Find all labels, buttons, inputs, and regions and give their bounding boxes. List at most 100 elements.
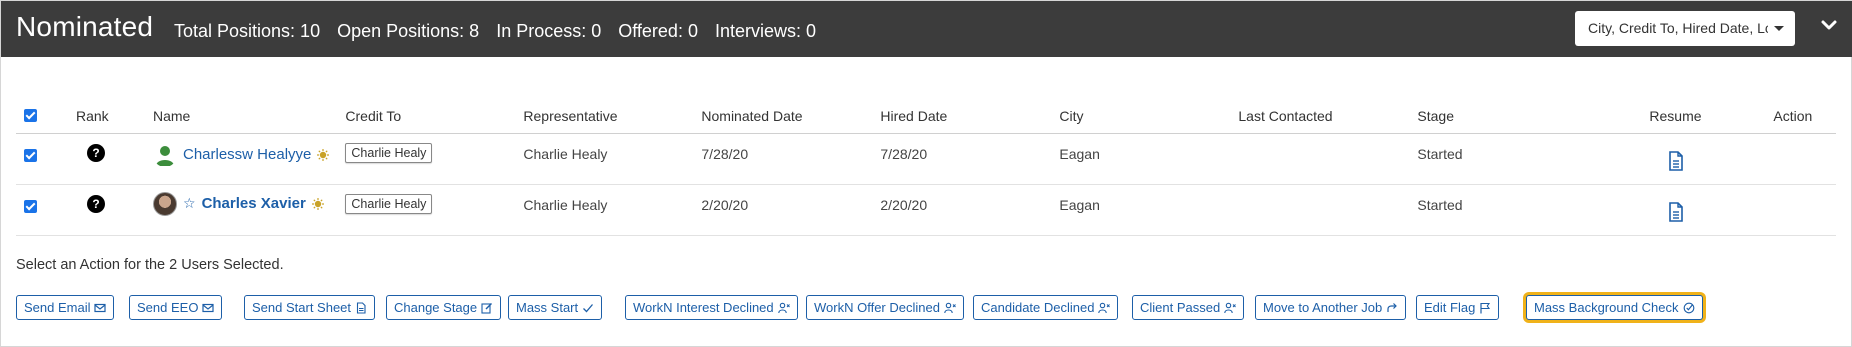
button-label: Send EEO (137, 300, 199, 315)
button-label: Edit Flag (1424, 300, 1476, 315)
column-select-value: City, Credit To, Hired Date, Lc (1588, 20, 1768, 36)
city-cell: Eagan (1051, 184, 1231, 236)
button-label: Send Email (24, 300, 91, 315)
user-x-icon (1098, 302, 1111, 313)
row-checkbox[interactable] (24, 199, 37, 213)
column-header-nominated-date[interactable]: Nominated Date (693, 99, 873, 134)
workn-offer-declined-button[interactable]: WorkN Offer Declined (806, 295, 964, 320)
column-header-last-contacted[interactable]: Last Contacted (1230, 99, 1410, 134)
star-icon[interactable]: ☆ (183, 195, 196, 212)
column-header-action: Action (1765, 99, 1836, 134)
column-header-credit-to[interactable]: Credit To (337, 99, 516, 134)
change-stage-button[interactable]: Change Stage (386, 295, 502, 320)
question-mark-icon[interactable]: ? (87, 194, 105, 213)
resume-cell (1641, 184, 1766, 236)
column-header-resume: Resume (1641, 99, 1766, 134)
redo-arrow-icon (1387, 302, 1398, 312)
button-label: Send Start Sheet (252, 300, 352, 315)
button-label: Change Stage (394, 300, 478, 315)
column-header-stage[interactable]: Stage (1409, 99, 1642, 134)
user-x-icon (944, 302, 956, 313)
nominated-date-cell: 7/28/20 (693, 133, 873, 185)
rank-cell: ? (68, 184, 145, 236)
user-x-icon (1224, 302, 1237, 313)
name-cell: ☆ Charles Xavier (145, 184, 338, 236)
candidate-name-link[interactable]: Charlessw Healyye (183, 146, 311, 163)
avatar (153, 191, 177, 216)
sun-badge-icon (311, 197, 324, 210)
credit-to-button[interactable]: Charlie Healy (345, 193, 433, 214)
button-label: WorkN Offer Declined (814, 300, 940, 315)
send-email-button[interactable]: Send Email (16, 295, 115, 320)
credit-to-button[interactable]: Charlie Healy (345, 142, 433, 163)
table-row: ? ☆ Charles Xavier Charlie Healy Charlie… (16, 184, 1836, 236)
stat-total-positions: Total Positions: 10 (174, 21, 321, 41)
last-contacted-cell (1230, 184, 1410, 236)
column-header-hired-date[interactable]: Hired Date (872, 99, 1052, 134)
button-label: Mass Background Check (1534, 300, 1679, 315)
action-cell (1765, 184, 1836, 236)
nominated-table: Rank Name Credit To Representative Nomin… (16, 99, 1836, 236)
client-passed-button[interactable]: Client Passed (1132, 295, 1245, 320)
selection-note: Select an Action for the 2 Users Selecte… (16, 257, 284, 273)
default-avatar-icon (153, 142, 177, 167)
button-label: Candidate Declined (981, 300, 1095, 315)
envelope-icon (202, 303, 215, 312)
check-icon (583, 303, 594, 312)
button-label: Move to Another Job (1263, 300, 1383, 315)
table-row: ? Charlessw Healyye Charlie Healy Charli… (16, 133, 1836, 185)
row-checkbox[interactable] (24, 148, 37, 162)
stat-interviews: Interviews: 0 (714, 21, 816, 41)
hired-date-cell: 2/20/20 (872, 184, 1052, 236)
send-start-sheet-button[interactable]: Send Start Sheet (244, 295, 376, 320)
resume-cell (1641, 133, 1766, 185)
column-header-rank[interactable]: Rank (68, 99, 145, 134)
document-icon[interactable] (1667, 150, 1685, 171)
nominated-panel: Nominated Total Positions: 10 Open Posit… (0, 0, 1852, 347)
move-to-another-job-button[interactable]: Move to Another Job (1255, 295, 1407, 320)
button-label: Client Passed (1140, 300, 1221, 315)
button-label: WorkN Interest Declined (633, 300, 774, 315)
question-mark-icon[interactable]: ? (87, 143, 105, 162)
edit-icon (481, 302, 493, 314)
position-stats: Total Positions: 10 Open Positions: 8 In… (174, 21, 816, 42)
rank-cell: ? (68, 133, 145, 185)
column-header-name[interactable]: Name (145, 99, 338, 134)
panel-header: Nominated Total Positions: 10 Open Posit… (1, 1, 1852, 57)
credit-to-cell: Charlie Healy (337, 184, 516, 236)
row-select-cell (16, 184, 68, 236)
stage-cell: Started (1409, 184, 1642, 236)
candidate-name-link[interactable]: Charles Xavier (202, 195, 306, 212)
row-select-cell (16, 133, 68, 185)
envelope-icon (94, 303, 107, 312)
credit-to-cell: Charlie Healy (337, 133, 516, 185)
representative-cell: Charlie Healy (515, 133, 694, 185)
chevron-down-icon[interactable] (1819, 15, 1839, 35)
candidate-declined-button[interactable]: Candidate Declined (973, 295, 1119, 320)
column-select-dropdown[interactable]: City, Credit To, Hired Date, Lc (1575, 11, 1795, 46)
stat-offered: Offered: 0 (618, 21, 698, 41)
stat-in-process: In Process: 0 (496, 21, 602, 41)
edit-flag-button[interactable]: Edit Flag (1416, 295, 1500, 320)
mass-background-check-button[interactable]: Mass Background Check (1526, 295, 1703, 320)
document-icon[interactable] (1667, 201, 1685, 222)
flag-icon (1480, 302, 1491, 313)
panel-title: Nominated (16, 11, 154, 42)
select-all-header (16, 99, 68, 134)
button-label: Mass Start (516, 300, 579, 315)
select-all-checkbox[interactable] (24, 109, 37, 123)
document-icon (356, 301, 366, 314)
city-cell: Eagan (1051, 133, 1231, 185)
workn-interest-declined-button[interactable]: WorkN Interest Declined (625, 295, 798, 320)
send-eeo-button[interactable]: Send EEO (129, 295, 223, 320)
mass-start-button[interactable]: Mass Start (508, 295, 603, 320)
sun-badge-icon (317, 148, 330, 161)
column-header-representative[interactable]: Representative (515, 99, 694, 134)
caret-down-icon (1774, 26, 1784, 31)
column-header-city[interactable]: City (1051, 99, 1231, 134)
nominated-date-cell: 2/20/20 (693, 184, 873, 236)
representative-cell: Charlie Healy (515, 184, 694, 236)
table-header-row: Rank Name Credit To Representative Nomin… (16, 99, 1836, 134)
stage-cell: Started (1409, 133, 1642, 185)
stat-open-positions: Open Positions: 8 (337, 21, 480, 41)
